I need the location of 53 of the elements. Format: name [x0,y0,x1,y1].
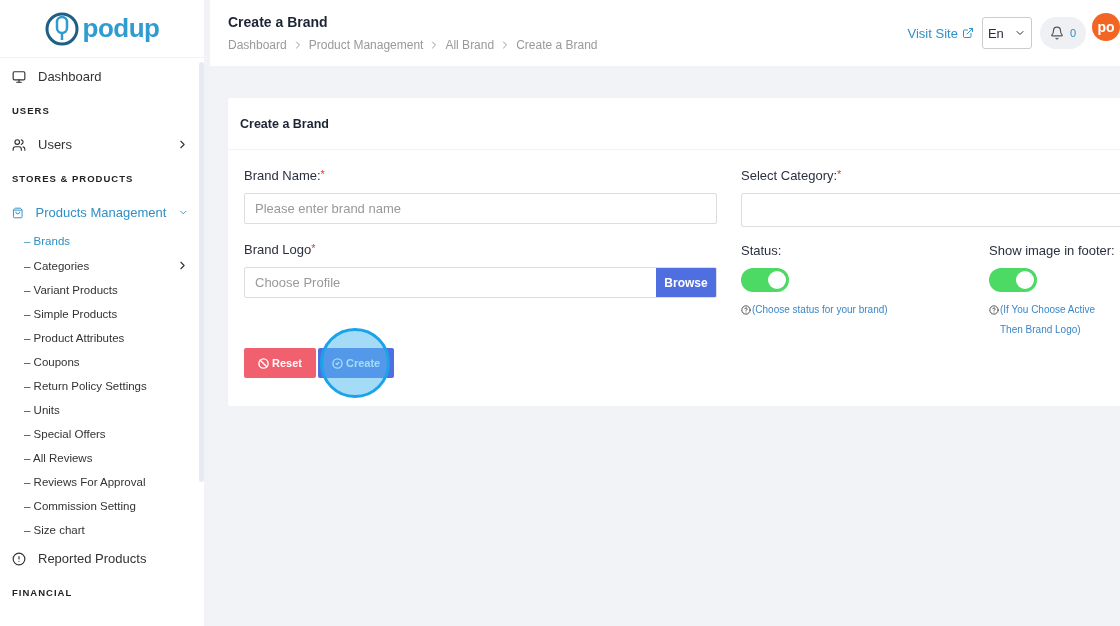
bell-icon [1049,26,1064,40]
nav-link[interactable]: Users [0,128,199,161]
nav-subitem[interactable]: – Product Attributes [0,326,199,350]
browse-button[interactable]: Browse [656,268,716,297]
card-title: Create a Brand [240,116,329,131]
nav-subitem[interactable]: – Return Policy Settings [0,374,199,398]
nav-icon [12,205,24,220]
nav-subitem[interactable]: – All Reviews [0,446,199,470]
nav-subitem[interactable]: – Special Offers [0,422,199,446]
help-text: (If You Choose Active Then Brand Logo) [1000,303,1097,337]
breadcrumb-item: Create a Brand [516,38,598,52]
required-mark: * [837,168,842,180]
nav-link[interactable]: Products Management [0,196,199,229]
nav-subitem[interactable]: – Variant Products [0,278,199,302]
field-label: Select Category: [741,168,838,183]
nav-subitem[interactable]: – Categories [0,253,199,278]
required-mark: * [311,242,316,254]
field-label: Brand Logo [244,242,312,257]
section-heading: USERS [11,104,51,118]
help-icon [741,305,751,315]
page-title: Create a Brand [228,14,329,30]
category-select[interactable] [741,193,1120,227]
brand-name-input[interactable]: Please enter brand name [244,193,717,224]
field-label: Brand Name: [244,168,321,183]
section-heading: FINANCIAL [11,586,74,600]
field-label: Status: [741,243,783,258]
nav-icon [12,551,26,566]
file-input[interactable]: Choose Profile Browse [244,267,717,298]
language-select[interactable]: En [981,17,1032,49]
logo-text: podup [82,13,160,44]
toggle-switch[interactable] [989,268,1037,292]
visit-site-link[interactable]: Visit Site [907,25,974,41]
toggle-switch[interactable] [741,268,789,292]
external-link-icon [961,27,974,39]
nav-subitem[interactable]: – Simple Products [0,302,199,326]
nav-subitem[interactable]: – Commission Setting [0,494,199,518]
nav-subitem[interactable]: – Units [0,398,199,422]
field-label: Show image in footer: [989,243,1116,258]
nav-subitem[interactable]: – Reviews For Approval [0,470,199,494]
nav-subitem[interactable]: – Brands [0,229,199,253]
required-mark: * [320,168,325,180]
ban-icon [258,357,269,369]
logo-icon [44,11,79,46]
nav-subitem[interactable]: – Size chart [0,518,199,542]
help-text: (Choose status for your brand) [752,303,888,317]
nav-link[interactable]: Reported Products [0,542,199,575]
nav-icon [12,69,26,84]
help-icon [989,305,999,315]
nav-subitem[interactable]: – Coupons [0,350,199,374]
nav-icon [12,137,26,152]
check-circle-icon [331,357,343,369]
section-heading: STORES & PRODUCTS [11,172,135,186]
nav-link[interactable]: Dashboard [0,60,199,93]
